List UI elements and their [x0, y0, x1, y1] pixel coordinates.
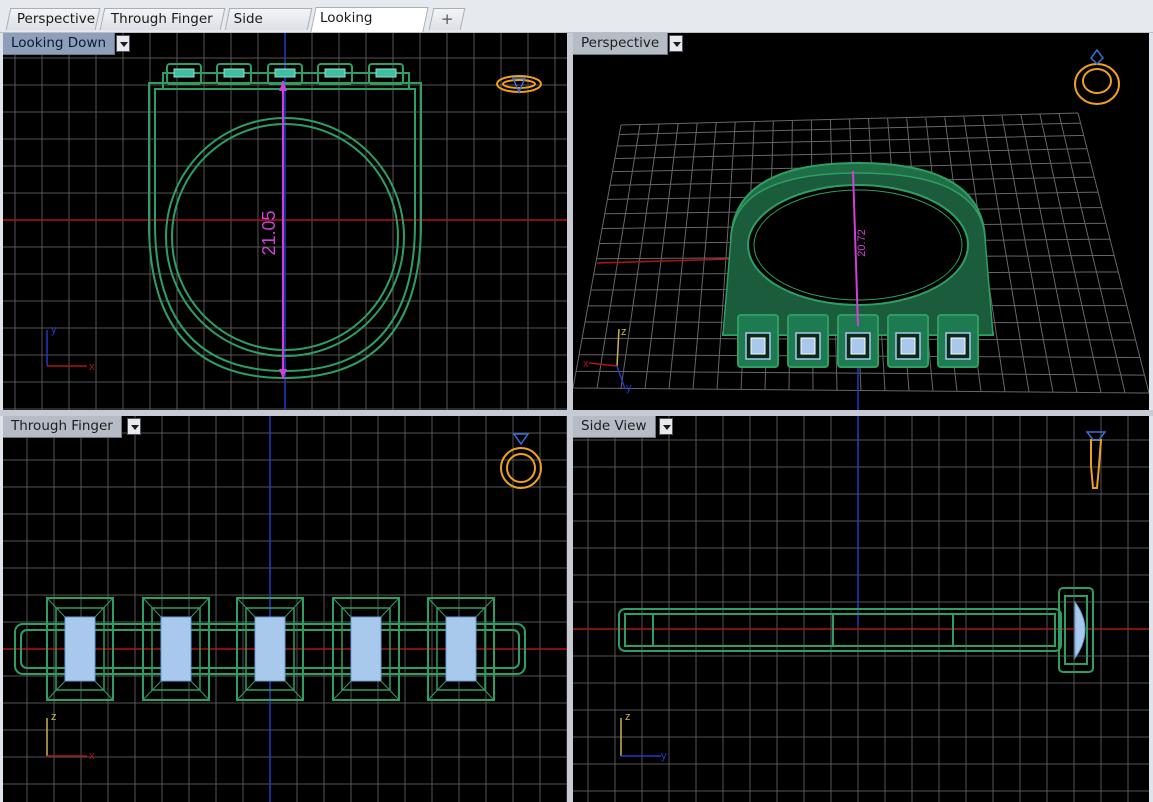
axis-y-label: y — [51, 324, 57, 336]
ring-model-side — [618, 587, 1094, 673]
viewport-perspective[interactable]: 20.72 z x y Perspective — [573, 33, 1149, 410]
axis-y-label: y — [626, 382, 632, 394]
viewport-menu-arrow[interactable] — [127, 418, 141, 435]
ring-front-icon[interactable] — [500, 433, 542, 489]
viewport-menu-arrow[interactable] — [659, 418, 673, 435]
dimension-value: 20.72 — [856, 229, 868, 257]
axis-gizmo: y x — [46, 324, 95, 373]
viewport-canvas[interactable]: 20.72 z x y — [573, 33, 1149, 410]
add-tab-button[interactable]: + — [428, 8, 466, 30]
axis-x-label: x — [89, 361, 95, 373]
tab-perspective[interactable]: Perspective — [5, 8, 101, 30]
viewport-canvas[interactable]: z x — [3, 416, 567, 802]
axis-x-label: x — [89, 750, 95, 762]
viewport-label[interactable]: Looking Down — [3, 33, 116, 55]
viewport-canvas[interactable]: 21.05 y x — [3, 33, 567, 410]
viewport-canvas[interactable]: z y — [573, 416, 1149, 802]
ring-top-icon[interactable] — [496, 75, 542, 94]
ring-model-perspective — [722, 161, 994, 368]
axis-x-label: x — [583, 358, 589, 370]
axis-y-label: y — [661, 750, 667, 762]
tab-side-view[interactable]: Side View — [224, 8, 313, 48]
axis-z-label: z — [51, 711, 57, 723]
viewport-menu-arrow[interactable] — [116, 35, 130, 52]
viewport-label[interactable]: Side View — [573, 416, 656, 438]
grid — [3, 416, 567, 802]
viewport-tab-bar: Perspective Through Finger Side View Loo… — [0, 0, 1153, 48]
axis-z-label: z — [621, 326, 627, 338]
viewport-label[interactable]: Perspective — [573, 33, 669, 55]
viewport-menu-arrow[interactable] — [669, 35, 683, 52]
tab-looking-down[interactable]: Looking Down — [310, 7, 429, 47]
dimension-value: 21.05 — [259, 210, 279, 255]
viewport-through-finger[interactable]: z x Through Finger — [3, 416, 567, 802]
plus-icon: + — [440, 10, 454, 28]
viewport-looking-down[interactable]: 21.05 y x Looking Down — [3, 33, 567, 410]
ring-perspective-icon[interactable] — [1074, 48, 1120, 105]
viewport-label[interactable]: Through Finger — [3, 416, 122, 438]
tab-through-finger[interactable]: Through Finger — [99, 8, 226, 30]
viewport-side-view[interactable]: z y Side View — [573, 416, 1149, 802]
axis-z-label: z — [625, 711, 631, 723]
